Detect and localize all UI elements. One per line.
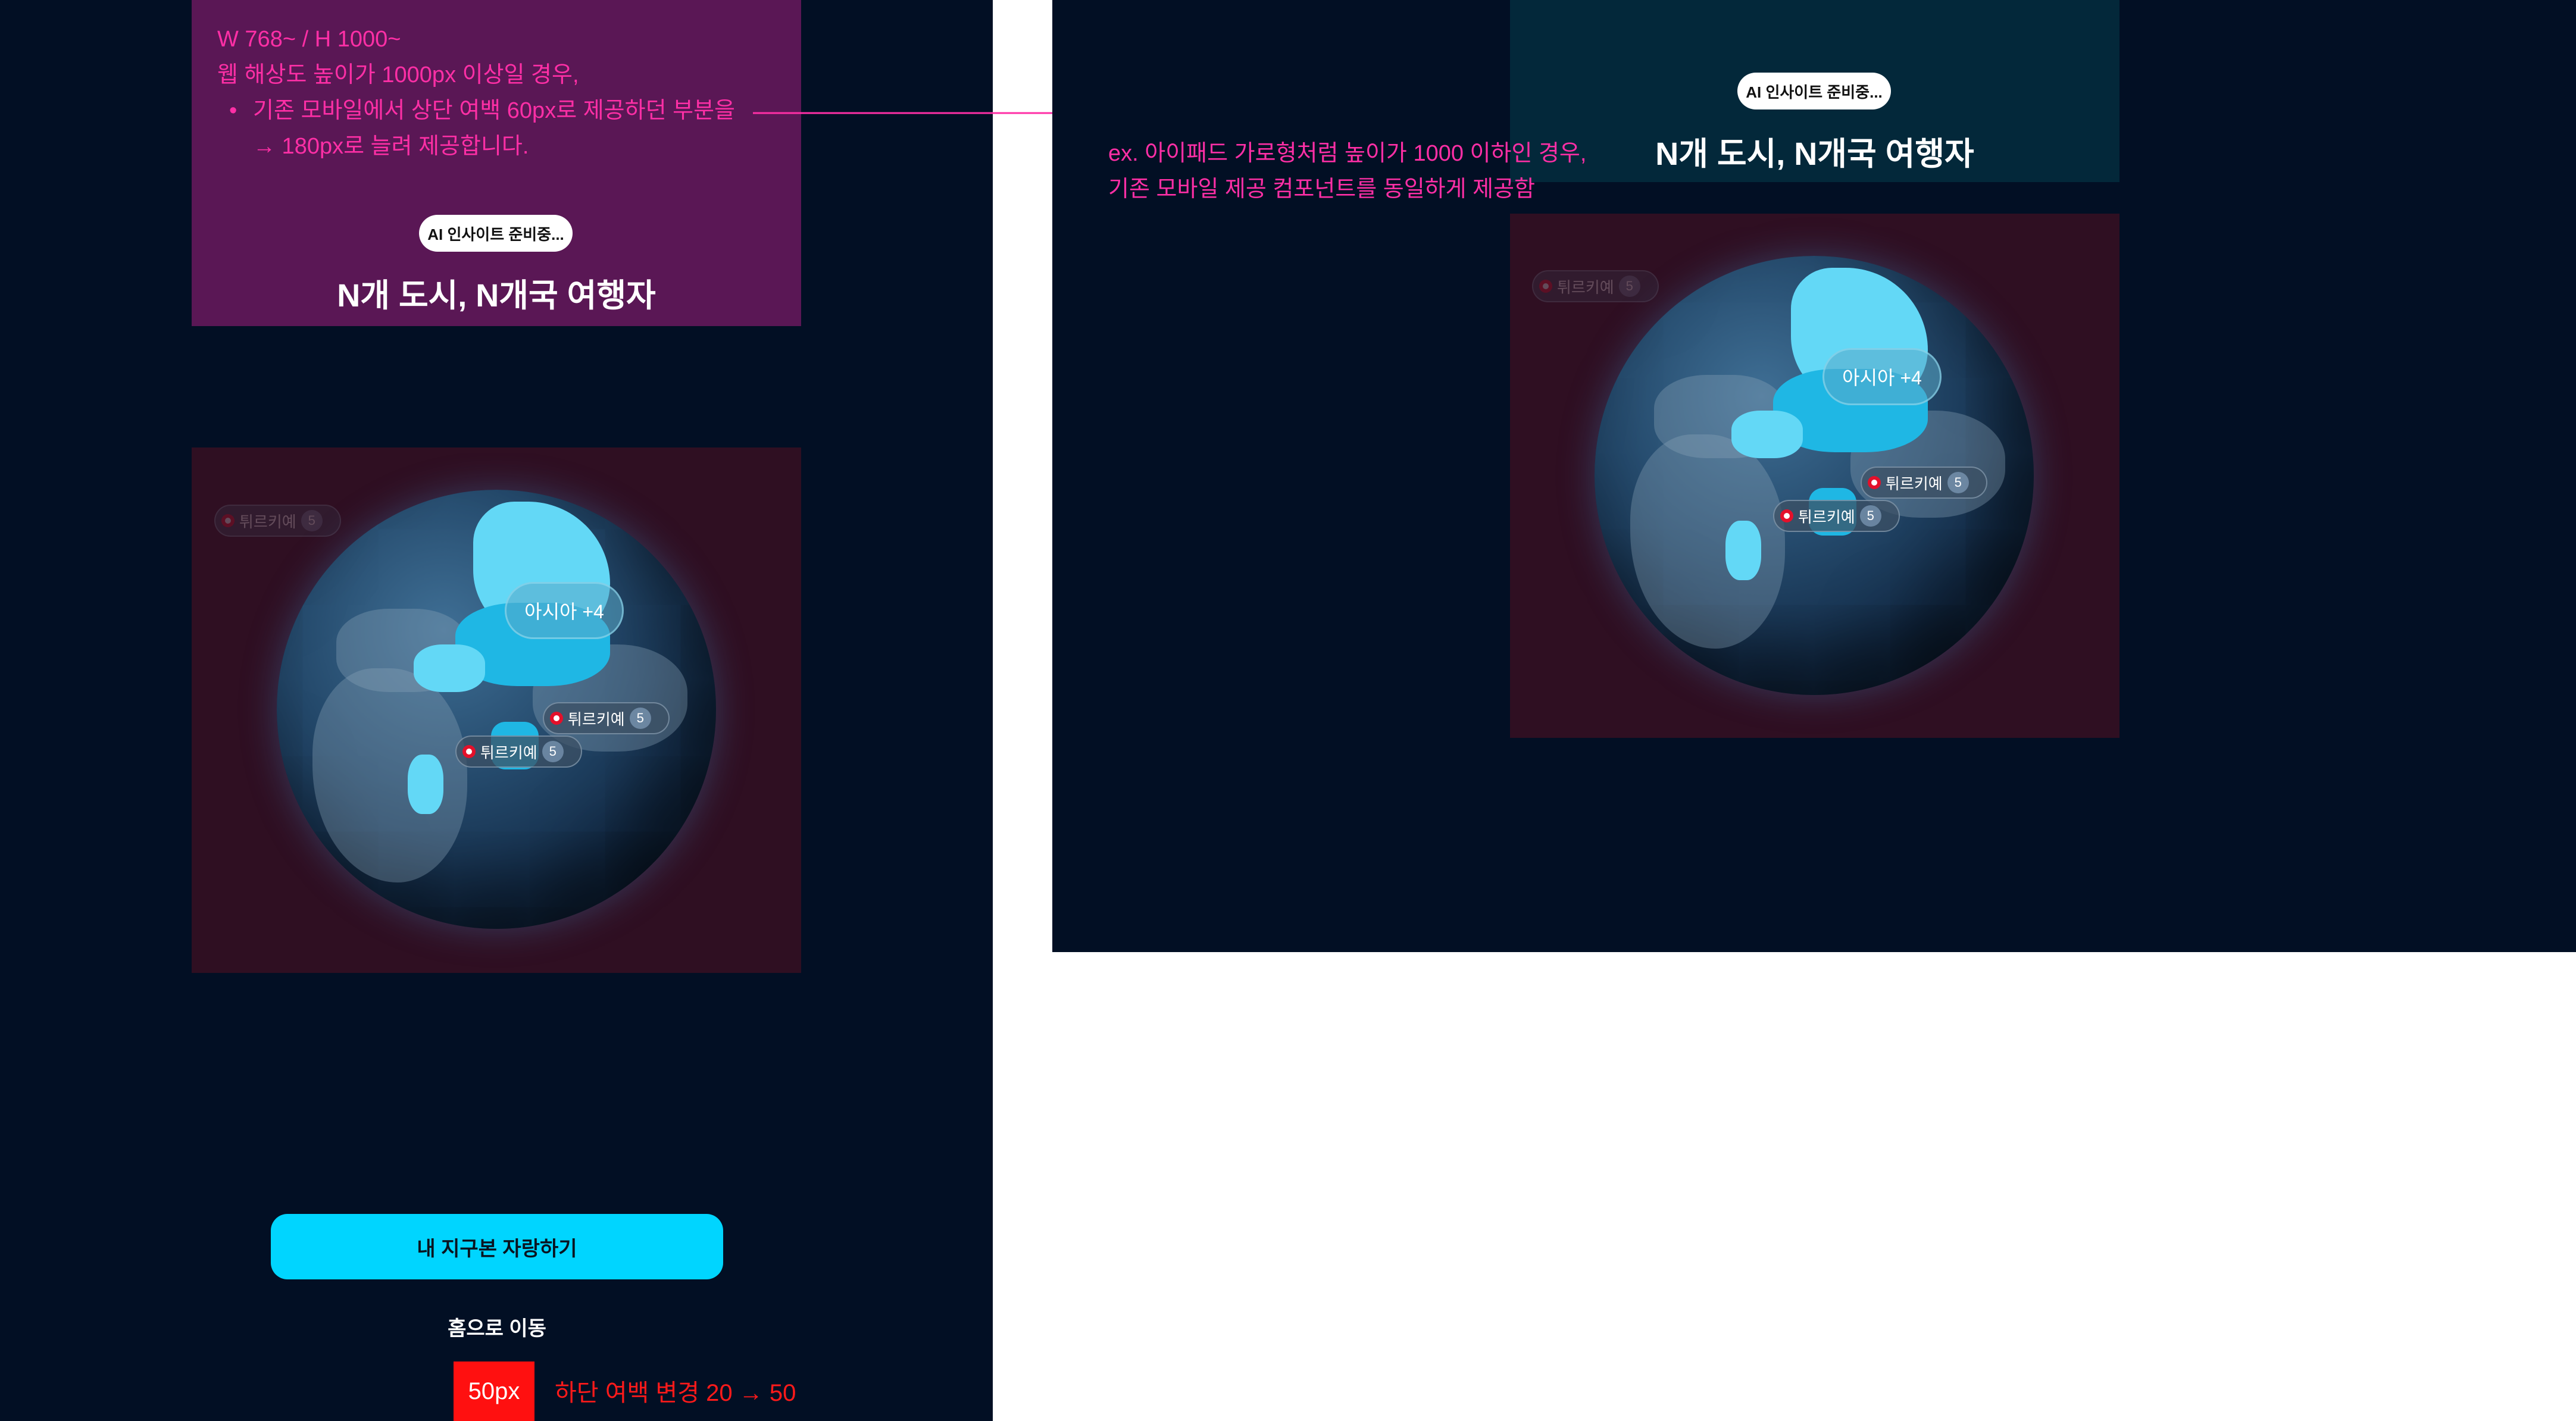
turkey-flag-icon xyxy=(550,712,563,725)
turkey-flag-icon xyxy=(1868,476,1881,489)
turkey-flag-icon xyxy=(221,514,235,527)
annotation-line-4: → 180px로 늘려 제공합니다. xyxy=(253,134,529,159)
home-link[interactable]: 홈으로 이동 xyxy=(405,1312,589,1341)
ai-insight-badge: AI 인사이트 준비중... xyxy=(419,215,573,252)
africa-shape xyxy=(312,668,467,882)
turkey-flag-icon xyxy=(1539,280,1552,293)
turkey-flag-icon xyxy=(1780,509,1793,522)
asia-label-right[interactable]: 아시아 +4 xyxy=(1822,348,1942,405)
africa-highlight xyxy=(408,755,443,814)
bottom-spacing-note: 하단 여백 변경 20 → 50 xyxy=(555,1380,796,1406)
page-title: N개 도시, N개국 여행자 xyxy=(337,278,656,314)
left-annotation: W 768~ / H 1000~ 웹 해상도 높이가 1000px 이상일 경우… xyxy=(217,21,801,164)
country-chip-faded: 튀르키예 5 xyxy=(214,505,341,537)
annotation-line-2: 웹 해상도 높이가 1000px 이상일 경우, xyxy=(217,62,579,87)
share-globe-button[interactable]: 내 지구본 자랑하기 xyxy=(271,1214,723,1279)
africa-highlight xyxy=(1725,521,1761,580)
asia-label[interactable]: 아시아 +4 xyxy=(505,582,624,639)
country-chip-faded-right: 튀르키예 5 xyxy=(1532,270,1659,302)
annotation-line-1: ex. 아이패드 가로형처럼 높이가 1000 이하인 경우, xyxy=(1108,141,1587,166)
right-annotation: ex. 아이패드 가로형처럼 높이가 1000 이하인 경우, 기존 모바일 제… xyxy=(1108,136,1703,207)
turkey-flag-icon xyxy=(462,745,476,758)
country-chip-right[interactable]: 튀르키예 5 xyxy=(1861,467,1987,499)
annotation-line-3: • 기존 모바일에서 상단 여백 60px로 제공하던 부분을 xyxy=(217,93,801,129)
ai-insight-badge-right: AI 인사이트 준비중... xyxy=(1737,73,1891,109)
annotation-line-2: 기존 모바일 제공 컴포넌트를 동일하게 제공함 xyxy=(1108,177,1536,202)
annotation-line-1: W 768~ / H 1000~ xyxy=(217,27,401,52)
spacing-badge: 50px xyxy=(454,1361,534,1421)
africa-shape xyxy=(1630,434,1785,649)
bullet: • xyxy=(229,98,237,123)
europe-highlight xyxy=(414,644,485,692)
country-chip-right[interactable]: 튀르키예 5 xyxy=(1773,500,1900,532)
country-chip[interactable]: 튀르키예 5 xyxy=(455,735,582,768)
europe-highlight xyxy=(1731,411,1803,458)
country-chip[interactable]: 튀르키예 5 xyxy=(543,702,670,734)
